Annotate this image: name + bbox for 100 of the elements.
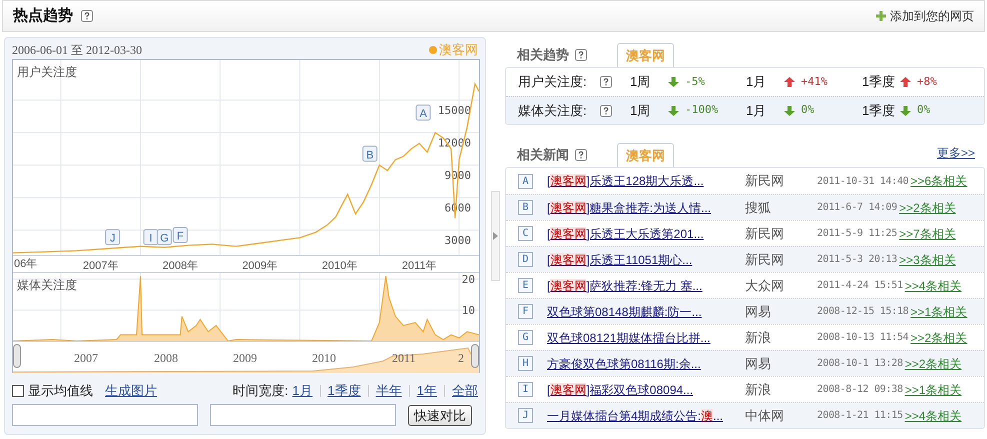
period-label: 1周 [630, 102, 652, 120]
news-time: 2011-5-9 11:25 [817, 227, 898, 241]
navigator-year: 2010 [312, 350, 336, 367]
range-handle[interactable] [471, 344, 479, 368]
related-link[interactable]: >>1条相关 [910, 302, 968, 320]
news-marker: I [518, 382, 533, 397]
compare-input[interactable] [210, 404, 396, 426]
news-source: 大众网 [745, 276, 785, 295]
x-tick-label: 06年 [14, 257, 38, 272]
news-title-link[interactable]: [澳客网]乐透王大乐透第201... [547, 224, 733, 242]
change-value: 0% [917, 102, 930, 118]
news-marker: F [518, 304, 533, 319]
time-width-option[interactable]: 1季度 [328, 381, 361, 401]
news-source: 新民网 [745, 172, 785, 190]
event-marker[interactable]: J [105, 229, 120, 246]
news-time: 2008-1-21 11:15 [817, 409, 903, 423]
y-tick-label: 3000 [444, 234, 471, 248]
metric-label: 媒体关注度: [518, 102, 588, 120]
news-title-link[interactable]: [澳客网]乐透王128期大乐透... [547, 172, 733, 190]
news-time: 2011-10-31 14:40 [817, 174, 909, 188]
navigator-year: 2007 [74, 350, 98, 367]
related-link[interactable]: >>1条相关 [904, 380, 962, 398]
news-title-link[interactable]: 双色球第08148期麒麟:防一... [547, 302, 733, 320]
add-to-page-link[interactable]: 添加到您的网页 [876, 7, 974, 25]
x-tick-label: 2008年 [162, 260, 198, 272]
related-link[interactable]: >>4条相关 [904, 406, 962, 424]
period-label: 1季度 [862, 102, 896, 120]
right-triangle-icon [493, 232, 498, 240]
time-width-label: 时间宽度: [232, 382, 288, 400]
news-title-link[interactable]: [澳客网]乐透王11051期心... [547, 250, 733, 268]
related-link[interactable]: >>6条相关 [910, 172, 968, 190]
news-marker: B [518, 200, 533, 215]
date-range: 2006-06-01 至 2012-03-30 [12, 42, 142, 59]
event-marker[interactable]: A [416, 104, 431, 121]
related-link[interactable]: >>2条相关 [899, 198, 956, 216]
news-title-link[interactable]: 双色球08121期媒体擂台比拼... [547, 328, 733, 346]
x-tick-label: 2010年 [322, 260, 358, 272]
news-marker: H [518, 356, 533, 371]
navigator-year: 2008 [154, 350, 178, 367]
section-title: 相关新闻 [517, 146, 569, 164]
compare-input[interactable] [12, 404, 198, 426]
chart-label: 媒体关注度 [17, 277, 77, 294]
event-marker[interactable]: I [143, 229, 158, 246]
help-icon[interactable] [575, 149, 587, 161]
section-title: 相关趋势 [517, 46, 569, 64]
average-line-checkbox[interactable]: 显示均值线 [12, 381, 93, 401]
help-icon[interactable] [81, 10, 93, 22]
news-time: 2008-12-15 15:18 [817, 305, 909, 319]
time-width-option[interactable]: 全部 [452, 381, 478, 401]
quick-compare-button[interactable]: 快速对比 [408, 404, 472, 426]
time-width-option[interactable]: 半年 [376, 381, 402, 401]
navigator-year: 2011 [392, 350, 416, 367]
event-marker[interactable]: B [362, 146, 378, 162]
news-title-link[interactable]: 方豪俊双色球第08116期:余... [547, 354, 733, 372]
related-link[interactable]: >>2条相关 [904, 354, 962, 372]
news-time: 2011-4-24 15:51 [817, 279, 903, 293]
chart-label: 用户关注度 [17, 64, 77, 81]
time-width-option[interactable]: 1月 [292, 381, 313, 401]
news-source: 网易 [745, 302, 772, 321]
news-source: 新浪 [745, 380, 772, 399]
news-time: 2011-6-7 14:09 [817, 201, 898, 215]
period-label: 1季度 [862, 73, 896, 92]
news-source: 新民网 [745, 224, 785, 243]
related-link[interactable]: >>2条相关 [910, 328, 968, 346]
event-marker[interactable]: F [172, 227, 188, 243]
y-tick-label: 15000 [438, 104, 471, 118]
change-value: -5% [685, 74, 705, 90]
annotation: F [176, 230, 184, 242]
x-tick-label: 2009年 [242, 260, 278, 272]
news-title-link[interactable]: 一月媒体擂台第4期成绩公告:澳... [547, 406, 733, 424]
y-tick-label: 20 [462, 273, 475, 286]
news-source: 新民网 [745, 250, 785, 269]
news-marker: A [518, 174, 533, 188]
help-icon[interactable] [575, 49, 587, 61]
annotation: G [160, 232, 169, 245]
news-time: 2008-10-13 11:54 [817, 331, 909, 345]
legend-label: 澳客网 [439, 41, 478, 60]
help-icon[interactable] [600, 104, 612, 116]
news-source: 网易 [745, 354, 772, 373]
time-width-option[interactable]: 1年 [416, 381, 437, 401]
news-marker: D [518, 252, 533, 267]
metric-label: 用户关注度: [518, 73, 588, 92]
news-marker: E [518, 278, 533, 293]
event-marker[interactable]: G [156, 229, 172, 246]
plus-icon [876, 11, 886, 21]
related-link[interactable]: >>3条相关 [899, 250, 956, 268]
related-link[interactable]: >>4条相关 [904, 276, 962, 294]
range-handle[interactable] [13, 344, 21, 368]
more-link[interactable]: 更多>> [936, 144, 975, 162]
news-marker: J [518, 408, 533, 423]
news-title-link[interactable]: [澳客网]福彩双色球08094... [547, 380, 733, 398]
x-tick-label: 2011年 [402, 260, 437, 272]
news-time: 2011-5-3 20:13 [817, 253, 898, 267]
news-source: 中体网 [745, 406, 785, 425]
news-source: 新浪 [745, 328, 772, 347]
collapse-handle[interactable] [491, 191, 500, 281]
help-icon[interactable] [600, 76, 612, 88]
change-value: -100% [685, 102, 718, 118]
related-link[interactable]: >>7条相关 [899, 224, 956, 242]
generate-image-link[interactable]: 生成图片 [105, 381, 157, 401]
